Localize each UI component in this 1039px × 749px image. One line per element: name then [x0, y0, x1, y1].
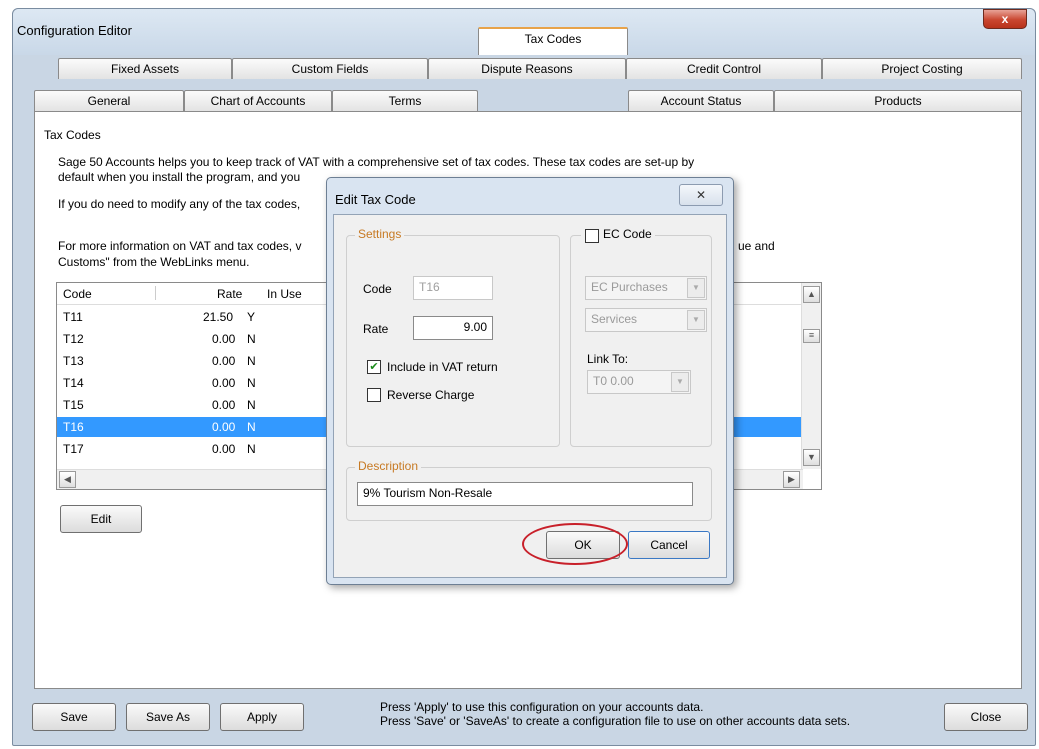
- dialog-close-icon[interactable]: ✕: [679, 184, 723, 206]
- row-rate: 21.50: [203, 310, 234, 324]
- chevron-down-icon: ▼: [687, 278, 705, 298]
- tab-fixed-assets[interactable]: Fixed Assets: [58, 58, 232, 79]
- row-code: T13: [63, 354, 84, 368]
- tab-custom-fields[interactable]: Custom Fields: [232, 58, 428, 79]
- row-rate: 0.00: [212, 398, 236, 412]
- tab-credit-control[interactable]: Credit Control: [626, 58, 822, 79]
- save-as-button[interactable]: Save As: [126, 703, 210, 731]
- description-field[interactable]: 9% Tourism Non-Resale: [357, 482, 693, 506]
- row-in-use: N: [247, 354, 256, 368]
- row-in-use: N: [247, 332, 256, 346]
- modify-text: If you do need to modify any of the tax …: [58, 197, 301, 211]
- info-text-line1: For more information on VAT and tax code…: [58, 239, 302, 253]
- chevron-down-icon: ▼: [687, 310, 705, 330]
- row-rate: 0.00: [212, 442, 236, 456]
- code-label: Code: [363, 282, 392, 296]
- row-in-use: Y: [247, 310, 256, 324]
- tab-tax-codes[interactable]: Tax Codes: [478, 27, 628, 55]
- column-header-rate[interactable]: Rate: [217, 287, 242, 301]
- row-code: T11: [63, 310, 83, 324]
- row-code: T15: [63, 398, 84, 412]
- tab-project-costing[interactable]: Project Costing: [822, 58, 1022, 79]
- close-button[interactable]: Close: [944, 703, 1028, 731]
- row-rate: 0.00: [212, 354, 236, 368]
- tab-chart-of-accounts[interactable]: Chart of Accounts: [184, 90, 332, 111]
- panel-heading: Tax Codes: [44, 128, 101, 142]
- settings-label: Settings: [355, 227, 405, 241]
- window-title: Configuration Editor: [17, 23, 132, 38]
- chevron-down-icon: ▼: [671, 372, 689, 392]
- row-code: T16: [63, 420, 84, 434]
- scroll-left-icon[interactable]: ◀: [59, 471, 76, 488]
- description-group: Description 9% Tourism Non-Resale: [346, 459, 712, 521]
- row-rate: 0.00: [212, 420, 236, 434]
- row-in-use: N: [247, 376, 256, 390]
- intro-text-line2: default when you install the program, an…: [58, 170, 301, 184]
- link-to-select[interactable]: T0 0.00 ▼: [587, 370, 691, 394]
- row-rate: 0.00: [212, 332, 236, 346]
- tab-general[interactable]: General: [34, 90, 184, 111]
- window-close-button[interactable]: x: [983, 9, 1027, 29]
- footer-note-line1: Press 'Apply' to use this configuration …: [380, 700, 704, 714]
- tab-terms[interactable]: Terms: [332, 90, 478, 111]
- info-text-line1-tail: ue and: [738, 239, 775, 253]
- row-in-use: N: [247, 398, 256, 412]
- row-in-use: N: [247, 420, 256, 434]
- row-code: T14: [63, 376, 84, 390]
- dialog-body: Settings Code T16 Rate 9.00 ✔ Include in…: [333, 214, 727, 578]
- ec-code-group: EC Code EC Purchases ▼ Services ▼ Link T…: [570, 227, 712, 447]
- reverse-charge-label: Reverse Charge: [387, 388, 475, 402]
- apply-button[interactable]: Apply: [220, 703, 304, 731]
- footer-note-line2: Press 'Save' or 'SaveAs' to create a con…: [380, 714, 851, 728]
- row-code: T17: [63, 442, 84, 456]
- ok-highlight-circle: [522, 523, 628, 565]
- header-divider: [155, 286, 156, 300]
- scroll-up-icon[interactable]: ▲: [803, 286, 820, 303]
- save-button[interactable]: Save: [32, 703, 116, 731]
- tab-products[interactable]: Products: [774, 90, 1022, 111]
- services-select[interactable]: Services ▼: [585, 308, 707, 332]
- link-to-label: Link To:: [587, 352, 629, 366]
- edit-tax-code-dialog: Edit Tax Code ✕ Settings Code T16 Rate 9…: [326, 177, 734, 585]
- reverse-charge-checkbox[interactable]: [367, 388, 381, 402]
- rate-field[interactable]: 9.00: [413, 316, 493, 340]
- rate-label: Rate: [363, 322, 389, 336]
- dialog-title: Edit Tax Code: [335, 192, 416, 207]
- cancel-button[interactable]: Cancel: [628, 531, 710, 559]
- scroll-right-icon[interactable]: ▶: [783, 471, 800, 488]
- settings-group: Settings Code T16 Rate 9.00 ✔ Include in…: [346, 227, 560, 447]
- ec-code-checkbox[interactable]: [585, 229, 599, 243]
- services-value: Services: [591, 312, 638, 326]
- column-header-code[interactable]: Code: [63, 287, 92, 301]
- ec-purchases-value: EC Purchases: [591, 280, 668, 294]
- include-vat-checkbox[interactable]: ✔: [367, 360, 381, 374]
- row-rate: 0.00: [212, 376, 236, 390]
- info-text-line2: Customs" from the WebLinks menu.: [58, 255, 250, 269]
- intro-text-line1: Sage 50 Accounts helps you to keep track…: [58, 155, 695, 169]
- scroll-thumb[interactable]: ≡: [803, 329, 820, 343]
- row-in-use: N: [247, 442, 256, 456]
- tab-dispute-reasons[interactable]: Dispute Reasons: [428, 58, 626, 79]
- include-vat-label: Include in VAT return: [387, 360, 498, 374]
- link-to-value: T0 0.00: [593, 374, 634, 388]
- scroll-down-icon[interactable]: ▼: [803, 449, 820, 466]
- table-vertical-scrollbar[interactable]: ▲ ≡ ▼: [801, 283, 821, 469]
- edit-button[interactable]: Edit: [60, 505, 142, 533]
- tab-account-status[interactable]: Account Status: [628, 90, 774, 111]
- ec-purchases-select[interactable]: EC Purchases ▼: [585, 276, 707, 300]
- column-header-in-use[interactable]: In Use: [267, 287, 302, 301]
- row-code: T12: [63, 332, 84, 346]
- code-field[interactable]: T16: [413, 276, 493, 300]
- description-label: Description: [355, 459, 422, 473]
